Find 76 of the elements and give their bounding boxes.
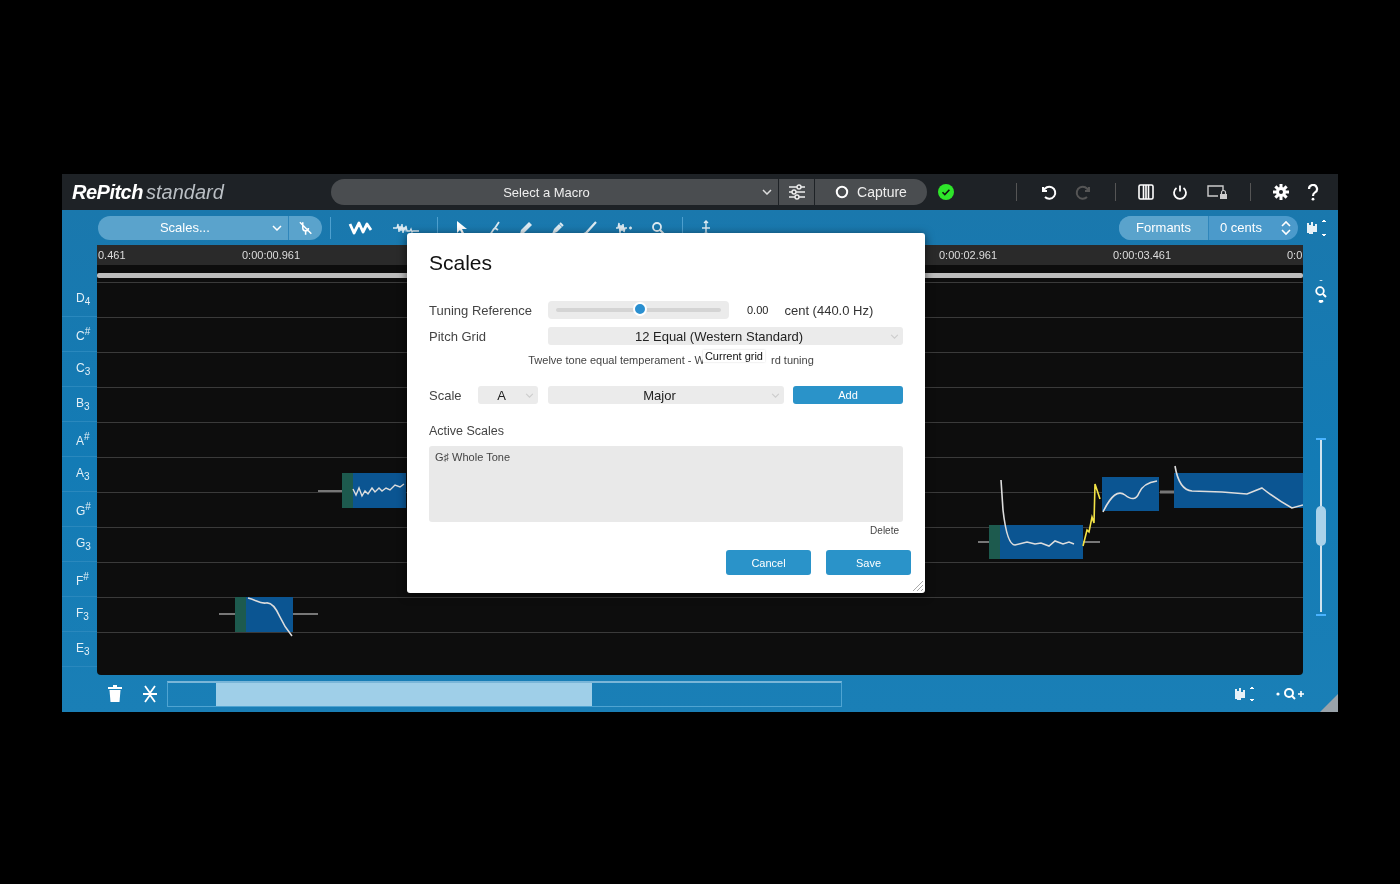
stepper-icon <box>1280 219 1292 236</box>
check-icon <box>938 184 954 200</box>
scale-type-dropdown[interactable]: Major <box>548 386 784 404</box>
note-block[interactable] <box>1160 465 1303 509</box>
caret-icon <box>525 392 534 398</box>
vertical-zoom-icon[interactable] <box>1313 280 1328 304</box>
sliders-icon <box>787 184 806 200</box>
note-block[interactable] <box>1102 477 1159 513</box>
delete-button[interactable]: Delete <box>870 525 899 536</box>
macro-settings-button[interactable] <box>779 179 814 205</box>
tuning-slider[interactable] <box>548 301 729 319</box>
app-logo: RePitchstandard <box>72 180 226 204</box>
pitch-key-label: G$^{#}$ <box>76 500 91 518</box>
field-label: Pitch Grid <box>429 328 488 344</box>
search-icon[interactable] <box>651 220 665 235</box>
power-icon[interactable] <box>1172 184 1188 200</box>
pitch-key-label: E$_{3}$ <box>76 640 90 658</box>
pitch-key-label: D$_{4}$ <box>76 290 91 308</box>
pitch-key-label: B$_{3}$ <box>76 395 90 413</box>
pitch-key-label: F$_{3}$ <box>76 605 89 623</box>
tooltip: Current grid <box>702 350 765 362</box>
waveform-height-icon[interactable] <box>1306 219 1328 236</box>
tuning-fork-off-icon[interactable] <box>297 219 313 236</box>
caret-icon <box>762 189 772 195</box>
pitch-key-label: F$^{#}$ <box>76 570 89 588</box>
undo-icon[interactable] <box>1039 183 1057 201</box>
scale-list-item[interactable]: G♯ Whole Tone <box>435 451 897 463</box>
overview-bar[interactable] <box>167 680 842 707</box>
pitch-key-label: A$^{#}$ <box>76 430 90 448</box>
grid-description: rd tuning <box>771 354 814 366</box>
slider-thumb[interactable] <box>632 302 647 316</box>
tuning-unit: cent (440.0 Hz) <box>784 302 874 318</box>
caret-icon <box>890 333 899 339</box>
pitch-key-label: A$_{3}$ <box>76 465 90 483</box>
resize-grip-icon[interactable] <box>910 578 924 592</box>
note-block[interactable] <box>218 597 319 637</box>
resize-grip-icon[interactable] <box>1320 694 1338 712</box>
tuning-value: 0.00 <box>747 304 769 316</box>
time-label: 0:00:03.461 <box>1113 249 1172 262</box>
time-label: 0.461 <box>98 249 126 262</box>
capture-button[interactable]: Capture <box>815 179 927 205</box>
waveform-height-icon[interactable] <box>1234 685 1256 702</box>
pitch-tool-icon[interactable] <box>487 219 501 236</box>
time-label: 0:00:00.961 <box>242 249 301 262</box>
dialog-title: Scales <box>429 251 494 276</box>
time-label: 0:0 <box>1287 249 1303 262</box>
split-icon[interactable] <box>700 219 712 236</box>
pointer-icon[interactable] <box>455 219 469 236</box>
note-block[interactable] <box>317 473 406 508</box>
caret-icon <box>771 392 780 398</box>
audio-tool-icon[interactable] <box>615 220 633 235</box>
pencil-icon[interactable] <box>519 220 533 235</box>
vertical-zoom-slider[interactable] <box>1313 438 1328 616</box>
trash-icon[interactable] <box>107 684 123 703</box>
screen-lock-icon[interactable] <box>1206 184 1228 200</box>
section-label: Active Scales <box>429 424 506 438</box>
field-label: Scale <box>429 387 463 403</box>
pitch-key-label: C$_{3}$ <box>76 360 91 378</box>
slider-thumb[interactable] <box>1315 506 1326 546</box>
macro-dropdown[interactable]: Select a Macro <box>331 179 778 205</box>
collapse-icon[interactable] <box>142 684 158 703</box>
note-block[interactable] <box>977 479 1101 559</box>
pitch-key-label: C$^{#}$ <box>76 325 91 343</box>
pitch-key-label: G$_{3}$ <box>76 535 91 553</box>
time-label: 0:00:02.961 <box>939 249 998 262</box>
root-dropdown[interactable]: A <box>478 386 538 404</box>
record-icon <box>835 185 850 199</box>
piano-icon[interactable] <box>1138 184 1154 200</box>
field-label: Tuning Reference <box>429 302 533 318</box>
help-icon[interactable] <box>1307 183 1319 201</box>
settings-icon[interactable] <box>1273 184 1289 200</box>
horizontal-zoom-icon[interactable] <box>1275 686 1305 701</box>
pitch-grid-dropdown[interactable]: 12 Equal (Western Standard) <box>548 327 903 345</box>
caret-icon <box>271 224 282 231</box>
pitch-curve-icon[interactable] <box>348 219 374 236</box>
pen-icon[interactable] <box>551 220 565 235</box>
